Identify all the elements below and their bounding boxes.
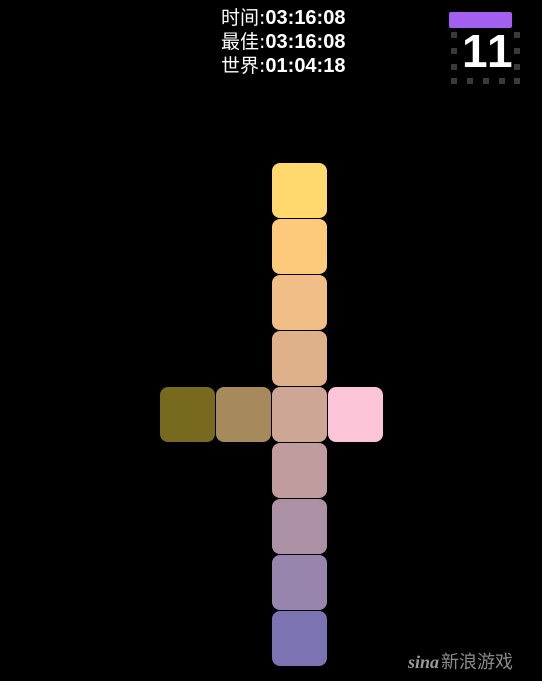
color-tile[interactable] <box>160 387 215 442</box>
world-record-label: 世界: <box>221 55 266 77</box>
color-tile[interactable] <box>272 499 327 554</box>
color-tile[interactable] <box>272 163 327 218</box>
color-tile[interactable] <box>272 219 327 274</box>
level-dot <box>451 64 457 70</box>
best-time-row: 最佳:03:16:08 <box>221 30 345 54</box>
level-dot <box>514 48 520 54</box>
sina-logo-icon: sina <box>408 652 440 672</box>
color-tile[interactable] <box>328 387 383 442</box>
current-time-value: 03:16:08 <box>265 7 346 29</box>
level-dot <box>451 48 457 54</box>
color-tile[interactable] <box>272 275 327 330</box>
current-time-label: 时间: <box>221 7 266 29</box>
level-dot <box>483 78 489 84</box>
level-dot <box>514 78 520 84</box>
level-dot <box>451 32 457 38</box>
watermark-text: 新浪游戏 <box>441 652 514 673</box>
level-number: 11 <box>462 25 515 77</box>
level-dot <box>499 78 505 84</box>
world-record-value: 01:04:18 <box>265 55 346 77</box>
best-time-value: 03:16:08 <box>265 31 346 53</box>
color-tile[interactable] <box>272 611 327 666</box>
color-tile[interactable] <box>216 387 271 442</box>
world-record-row: 世界:01:04:18 <box>221 54 345 78</box>
timer-panel: 时间:03:16:08 最佳:03:16:08 世界:01:04:18 <box>221 6 345 78</box>
level-dot <box>467 78 473 84</box>
current-time-row: 时间:03:16:08 <box>221 6 345 30</box>
level-dot <box>514 32 520 38</box>
best-time-label: 最佳: <box>221 31 266 53</box>
color-tile[interactable] <box>272 387 327 442</box>
color-tile[interactable] <box>272 555 327 610</box>
level-dot <box>514 64 520 70</box>
sina-games-watermark: sina 新浪游戏 <box>408 648 513 674</box>
color-tile[interactable] <box>272 443 327 498</box>
color-tile[interactable] <box>272 331 327 386</box>
level-dot <box>451 78 457 84</box>
